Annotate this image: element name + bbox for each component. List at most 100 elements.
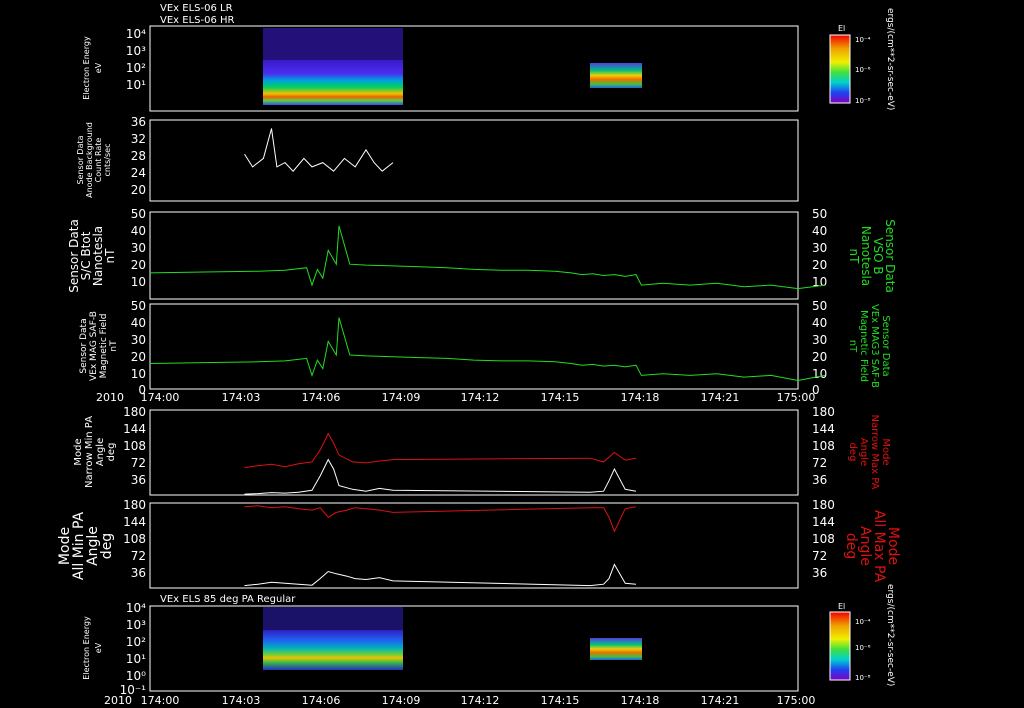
p6-rtick-2: 108 bbox=[812, 532, 835, 546]
colorbar-2-tick-0: 10⁻⁴ bbox=[855, 618, 871, 626]
xaxis-bottom-year: 2010 bbox=[104, 694, 132, 707]
xaxis-bottom: 2010 174:00 174:03 174:06 174:09 174:12 … bbox=[104, 694, 815, 707]
p2-ylabel-1: Anode Background bbox=[85, 122, 94, 198]
p4-rlabel-2: Magnetic Field bbox=[858, 310, 869, 382]
yticks-right: 50 40 30 20 10 50 40 30 20 10 0 180 144 … bbox=[812, 207, 835, 580]
p7-ytick-2: 10² bbox=[126, 635, 146, 649]
heatmap-block-hr-1 bbox=[590, 63, 642, 88]
p7-ytick-3: 10¹ bbox=[126, 652, 146, 666]
p4-ylabel-3: nT bbox=[109, 340, 119, 352]
xaxis-bottom-tick-3: 174:09 bbox=[382, 694, 421, 707]
p2-ylabel-0: Sensor Data bbox=[76, 135, 85, 184]
p1-ylabel-0: Electron Energy bbox=[82, 36, 91, 100]
xaxis-mid-tick-7: 174:21 bbox=[701, 391, 740, 404]
p4-rlabel-1: VEx MAG3 SAF-B bbox=[869, 304, 880, 388]
p2-ylabel-2: Count Rate bbox=[94, 138, 103, 183]
xaxis-mid-tick-4: 174:12 bbox=[461, 391, 500, 404]
panel-title-85deg: VEx ELS 85 deg PA Regular bbox=[160, 594, 296, 605]
colorbar-2 bbox=[829, 611, 851, 681]
p3-btot-series bbox=[149, 225, 826, 290]
p5-rtick-2: 108 bbox=[812, 439, 835, 453]
p5-rlabel-1: Narrow Max PA bbox=[869, 415, 880, 490]
p3-ylabel-3: nT bbox=[103, 248, 117, 264]
p3-rtick-0: 50 bbox=[812, 207, 827, 221]
p4-ytick-1: 40 bbox=[131, 316, 146, 330]
p1-ytick-1: 10³ bbox=[126, 44, 146, 58]
p3-rlabel-3: nT bbox=[847, 249, 861, 265]
panel-5-frame bbox=[149, 409, 799, 496]
panel-2-frame bbox=[149, 119, 799, 202]
p3-ytick-1: 40 bbox=[131, 224, 146, 238]
xaxis-mid-tick-5: 174:15 bbox=[541, 391, 580, 404]
multi-panel-plot: VEx ELS-06 LR VEx ELS-06 HR VEx ELS 85 d… bbox=[57, 3, 901, 707]
colorbar-1-tick-1: 10⁻⁶ bbox=[855, 66, 871, 74]
yticks-left: 10⁴ 10³ 10² 10¹ 36 32 28 24 20 50 40 30 … bbox=[120, 27, 147, 697]
colorbar-2-tick-2: 10⁻⁸ bbox=[855, 674, 871, 682]
p5-rlabel-0: Mode bbox=[880, 438, 891, 465]
heatmap-block-85-1 bbox=[263, 630, 403, 670]
heatmap-block-85-2 bbox=[590, 638, 642, 660]
panel-7-frame bbox=[149, 605, 799, 692]
p7-ytick-4: 10⁰ bbox=[126, 669, 146, 683]
p5-rtick-3: 72 bbox=[812, 456, 827, 470]
p4-ylabel-1: VEx MAG SAF-B bbox=[89, 311, 99, 381]
xaxis-mid-year: 2010 bbox=[96, 391, 124, 404]
colorbar-2-unit: ergs/(cm**2-sr-sec-eV) bbox=[885, 584, 895, 686]
p1-ytick-0: 10⁴ bbox=[126, 27, 146, 41]
panel-1-frame bbox=[149, 25, 799, 112]
xaxis-bottom-tick-5: 174:15 bbox=[541, 694, 580, 707]
p6-rtick-4: 36 bbox=[812, 566, 827, 580]
colorbar-1-title: El bbox=[838, 24, 845, 33]
p1-ytick-2: 10² bbox=[126, 61, 146, 75]
xaxis-mid-tick-0: 174:00 bbox=[141, 391, 180, 404]
p5-min-pa-series bbox=[244, 458, 637, 495]
p1-ytick-3: 10¹ bbox=[126, 78, 146, 92]
p5-ytick-2: 108 bbox=[123, 439, 146, 453]
colorbar-1-tick-2: 10⁻⁸ bbox=[855, 97, 871, 105]
p7-ytick-1: 10³ bbox=[126, 618, 146, 632]
p5-ytick-3: 72 bbox=[131, 456, 146, 470]
p5-rtick-1: 144 bbox=[812, 422, 835, 436]
p5-ylabel-2: Angle bbox=[95, 438, 106, 466]
p4-ylabel-2: Magnetic Field bbox=[99, 314, 109, 379]
xaxis-bottom-tick-7: 174:21 bbox=[701, 694, 740, 707]
ylabels-left: Electron Energy eV Sensor Data Anode Bac… bbox=[57, 36, 119, 680]
xaxis-bottom-tick-0: 174:00 bbox=[141, 694, 180, 707]
p7-ylabel-0: Electron Energy bbox=[82, 616, 91, 680]
p4-rlabel-0: Sensor Data bbox=[880, 315, 891, 376]
p4-mag-field-series bbox=[149, 317, 826, 382]
p5-rtick-4: 36 bbox=[812, 473, 827, 487]
p6-min-pa-series bbox=[244, 563, 637, 587]
p4-rlabel-3: nT bbox=[847, 340, 858, 353]
p6-rtick-1: 144 bbox=[812, 515, 835, 529]
p4-rtick-2: 30 bbox=[812, 333, 827, 347]
p2-ytick-4: 20 bbox=[131, 183, 146, 197]
xaxis-mid: 2010 174:00 174:03 174:06 174:09 174:12 … bbox=[96, 391, 815, 404]
p5-rlabel-3: deg bbox=[847, 443, 858, 462]
colorbar-1 bbox=[829, 34, 851, 104]
xaxis-bottom-tick-1: 174:03 bbox=[222, 694, 261, 707]
p3-ytick-0: 50 bbox=[131, 207, 146, 221]
p4-ylabel-0: Sensor Data bbox=[79, 318, 89, 373]
panel-4-frame bbox=[149, 303, 799, 390]
xaxis-mid-tick-2: 174:06 bbox=[302, 391, 341, 404]
p6-rtick-0: 180 bbox=[812, 498, 835, 512]
panel-3-frame bbox=[149, 211, 799, 300]
p5-ylabel-0: Mode bbox=[73, 438, 84, 465]
p6-ytick-0: 180 bbox=[123, 498, 146, 512]
p5-rtick-0: 180 bbox=[812, 405, 835, 419]
p5-ytick-1: 144 bbox=[123, 422, 146, 436]
p4-ytick-0: 50 bbox=[131, 299, 146, 313]
p2-ylabel-3: cnts/sec bbox=[103, 144, 112, 177]
p4-ytick-2: 30 bbox=[131, 333, 146, 347]
xaxis-bottom-tick-8: 175:00 bbox=[777, 694, 816, 707]
xaxis-bottom-tick-6: 174:18 bbox=[621, 694, 660, 707]
p6-ytick-1: 144 bbox=[123, 515, 146, 529]
p6-ylabel-3: deg bbox=[99, 533, 115, 559]
panel-title-hr: VEx ELS-06 HR bbox=[160, 15, 235, 26]
xaxis-mid-tick-1: 174:03 bbox=[222, 391, 261, 404]
p3-rtick-2: 30 bbox=[812, 241, 827, 255]
p4-rtick-0: 50 bbox=[812, 299, 827, 313]
panel-6-frame bbox=[149, 502, 799, 589]
p7-ytick-0: 10⁴ bbox=[126, 601, 146, 615]
